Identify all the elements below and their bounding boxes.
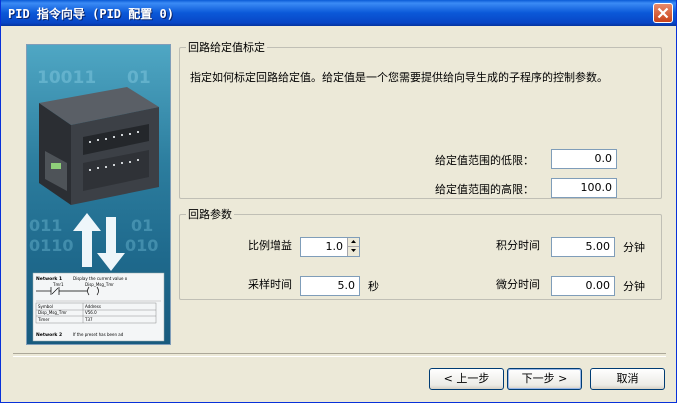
close-button[interactable] <box>653 3 673 23</box>
cancel-button[interactable]: 取消 <box>590 368 665 390</box>
svg-text:01: 01 <box>131 216 153 235</box>
address-header: Address <box>85 304 101 309</box>
derivative-time-unit: 分钟 <box>623 280 645 293</box>
gain-spinner[interactable] <box>347 238 359 256</box>
gain-up-arrow-icon[interactable] <box>348 238 359 247</box>
row1-address: V56.0 <box>85 310 97 315</box>
svg-text:01: 01 <box>127 68 151 88</box>
setpoint-low-label: 给定值范围的低限： <box>435 154 534 167</box>
integral-time-label: 积分时间 <box>496 239 540 252</box>
integral-time-unit: 分钟 <box>623 241 645 254</box>
back-button[interactable]: < 上一步 <box>429 368 504 390</box>
svg-text:10011: 10011 <box>37 68 96 88</box>
setpoint-low-input[interactable]: 0.0 <box>551 149 617 169</box>
svg-text:011: 011 <box>29 216 62 235</box>
loop-parameters-group: 回路参数 比例增益 1.0 采样时间 5.0 秒 积分时间 5.00 分钟 微分… <box>179 206 662 300</box>
integral-time-input[interactable]: 5.00 <box>551 237 615 257</box>
wizard-illustration: 10011 01 011 01 0110 010 Network 1 Displ… <box>26 44 171 345</box>
symbol-header: Symbol <box>38 304 53 309</box>
network2-comment: If the preset has been ad <box>73 332 124 337</box>
setpoint-scaling-group: 回路给定值标定 指定如何标定回路给定值。给定值是一个您需要提供给向导生成的子程序… <box>179 39 662 199</box>
row1-symbol: Disp_Msg_Tmr <box>38 310 67 315</box>
setpoint-high-input[interactable]: 100.0 <box>551 178 617 198</box>
gain-down-arrow-icon[interactable] <box>348 247 359 256</box>
gain-value: 1.0 <box>325 240 344 253</box>
network2-label: Network 2 <box>36 332 62 338</box>
network1-comment: Display the current value o <box>73 276 128 281</box>
close-icon <box>657 7 669 19</box>
sample-time-unit: 秒 <box>368 280 379 293</box>
row2-address: T37 <box>84 317 93 322</box>
separator <box>13 353 666 357</box>
sample-time-input[interactable]: 5.0 <box>300 276 360 296</box>
title-bar[interactable]: PID 指令向导 (PID 配置 0) <box>1 0 676 26</box>
gain-label: 比例增益 <box>248 239 292 252</box>
next-button[interactable]: 下一步 > <box>507 368 582 390</box>
sample-time-label: 采样时间 <box>248 278 292 291</box>
svg-text:010: 010 <box>125 236 158 255</box>
gain-stepper[interactable]: 1.0 <box>300 237 360 257</box>
contact-label: Tmr1 <box>52 282 64 287</box>
pid-wizard-window: PID 指令向导 (PID 配置 0) 10011 01 011 01 0110… <box>0 0 677 403</box>
svg-text:0110: 0110 <box>29 236 74 255</box>
setpoint-high-label: 给定值范围的高限： <box>435 183 534 196</box>
coil-label: Disp_Msg_Tmr <box>85 282 114 287</box>
setpoint-description: 指定如何标定回路给定值。给定值是一个您需要提供给向导生成的子程序的控制参数。 <box>190 71 608 84</box>
window-title: PID 指令向导 (PID 配置 0) <box>8 7 174 21</box>
derivative-time-label: 微分时间 <box>496 278 540 291</box>
row2-symbol: Timer <box>37 317 50 322</box>
params-group-legend: 回路参数 <box>188 208 232 221</box>
setpoint-group-legend: 回路给定值标定 <box>188 41 265 54</box>
derivative-time-input[interactable]: 0.00 <box>551 276 615 296</box>
plc-illustration: 10011 01 011 01 0110 010 Network 1 Displ… <box>29 68 165 342</box>
